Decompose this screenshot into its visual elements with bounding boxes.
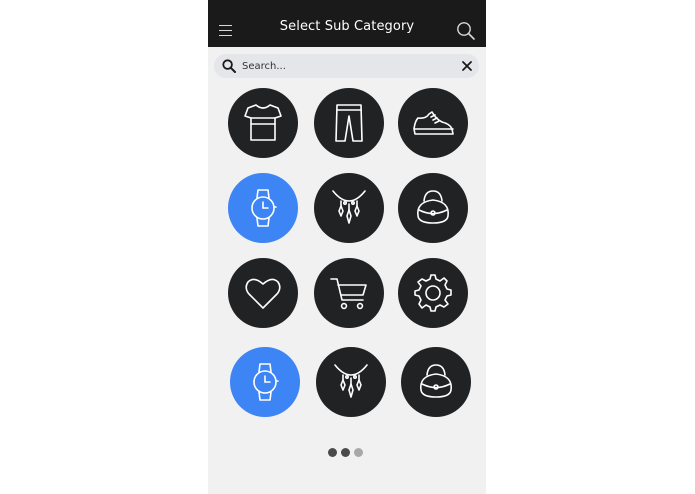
watch-icon: [253, 363, 279, 401]
sneaker-icon: [413, 111, 454, 135]
app-screen: Select Sub Category: [208, 0, 486, 494]
handbag-icon: [419, 364, 453, 398]
handbag-icon: [416, 190, 450, 224]
category-necklace-button[interactable]: [314, 173, 384, 243]
shopping-cart-icon: [330, 278, 367, 310]
watch-icon: [251, 189, 277, 227]
search-bar: [214, 54, 479, 78]
category-gear-button[interactable]: [398, 258, 468, 328]
category-sneaker-button[interactable]: [398, 88, 468, 158]
page-dot[interactable]: [341, 448, 350, 457]
page-title: Select Sub Category: [279, 19, 415, 34]
tshirt-icon: [244, 104, 282, 141]
gear-icon: [414, 274, 452, 312]
heart-icon: [245, 278, 281, 309]
necklace-icon: [334, 364, 368, 398]
category-handbag-button[interactable]: [398, 173, 468, 243]
category-tshirt-button[interactable]: [228, 88, 298, 158]
page-dot[interactable]: [328, 448, 337, 457]
category-watch-button[interactable]: [228, 173, 298, 243]
category-handbag-button[interactable]: [401, 347, 471, 417]
category-heart-button[interactable]: [228, 258, 298, 328]
close-icon[interactable]: [461, 60, 473, 72]
necklace-icon: [332, 190, 366, 224]
category-necklace-button[interactable]: [316, 347, 386, 417]
pants-icon: [335, 104, 363, 142]
category-pants-button[interactable]: [314, 88, 384, 158]
app-bar: Select Sub Category: [208, 0, 486, 47]
page-dot[interactable]: [354, 448, 363, 457]
category-watch-button[interactable]: [230, 347, 300, 417]
category-shopping-cart-button[interactable]: [314, 258, 384, 328]
search-icon[interactable]: [456, 21, 476, 41]
search-field-icon: [222, 59, 236, 73]
search-input[interactable]: [242, 57, 452, 75]
